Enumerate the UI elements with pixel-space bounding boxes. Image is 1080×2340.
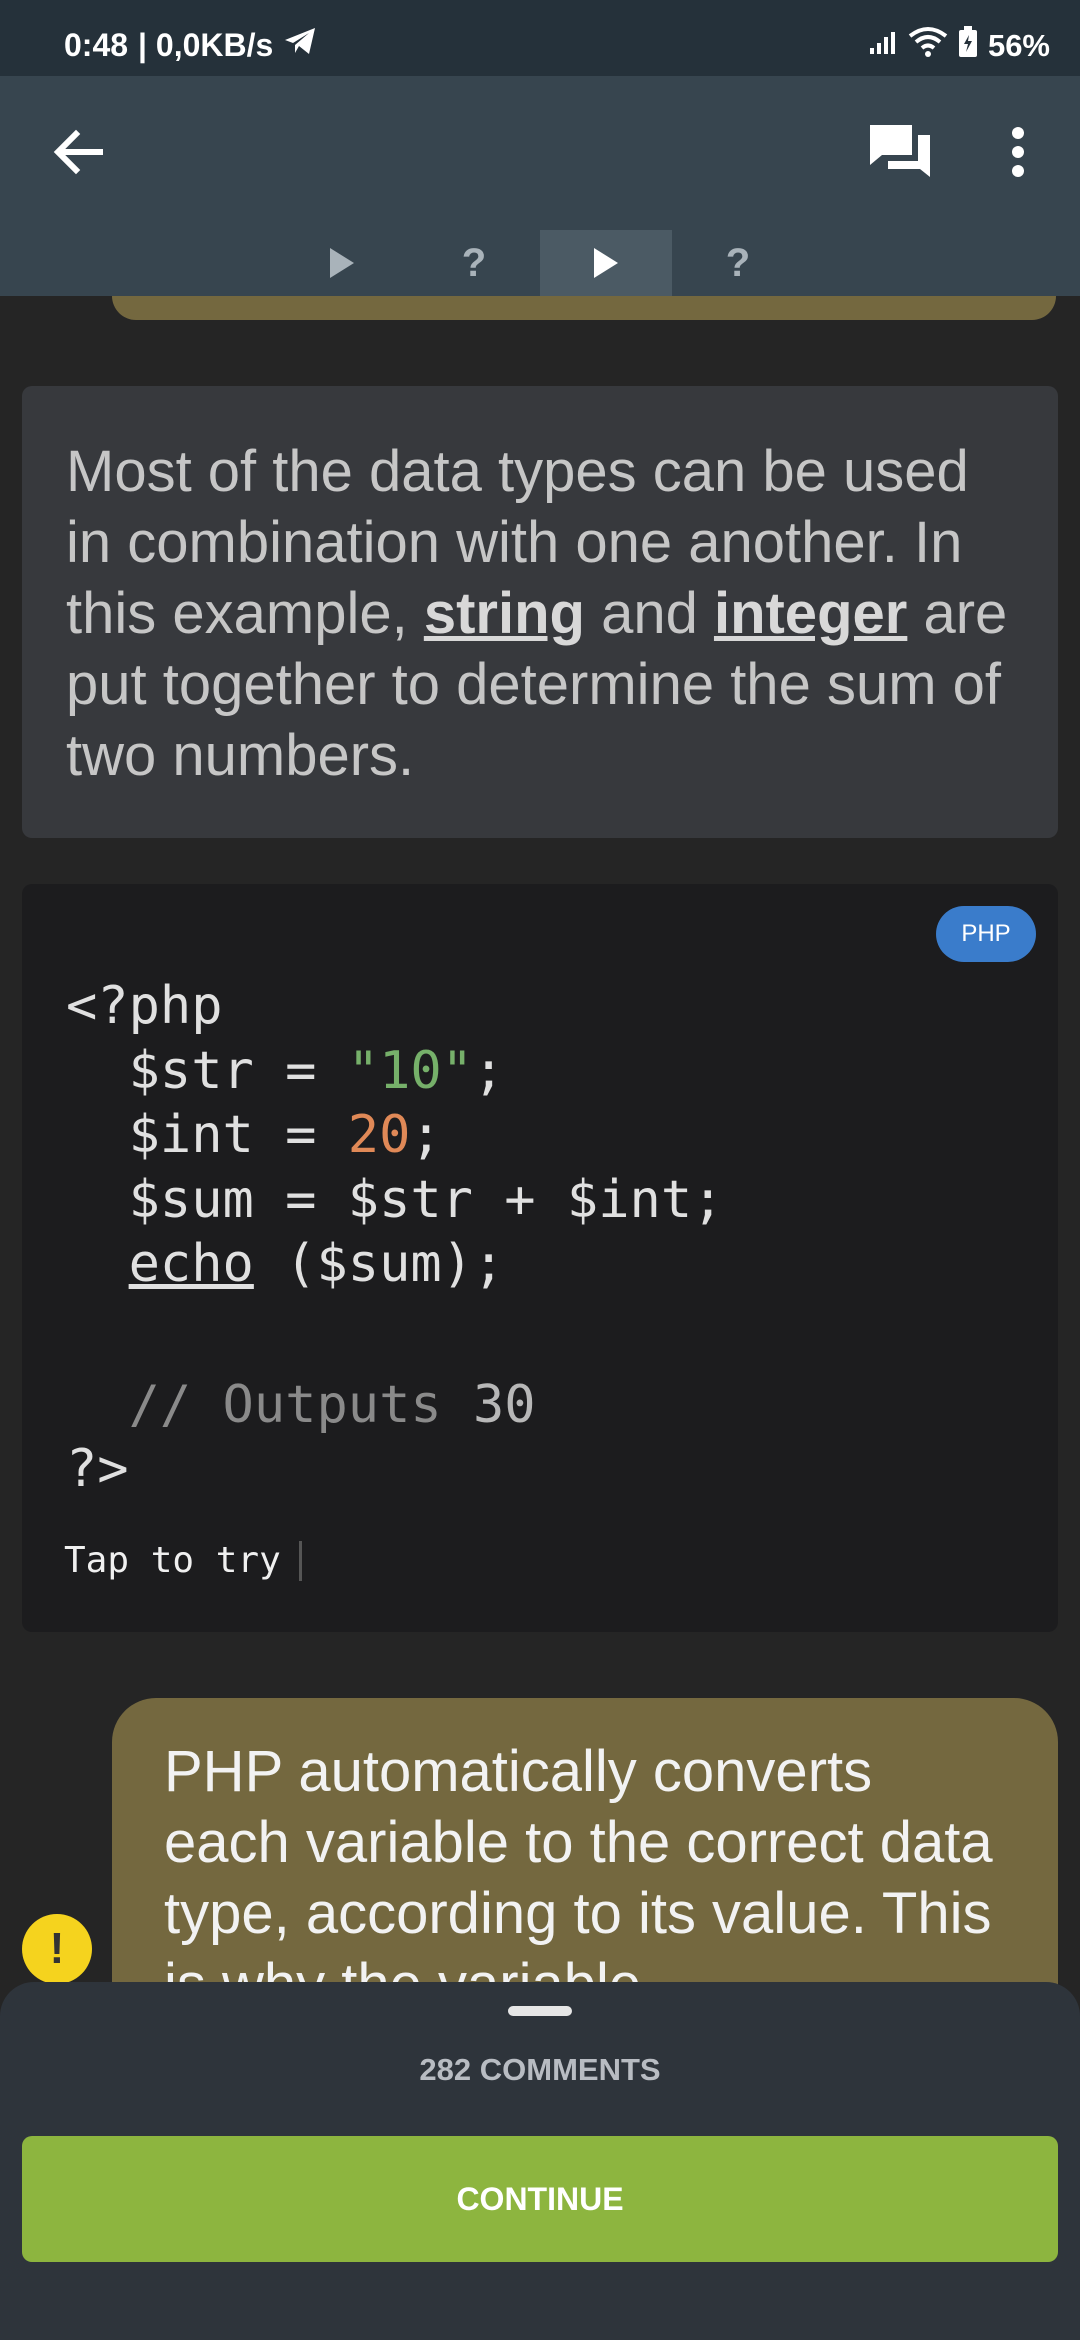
previous-message-bubble <box>112 296 1056 320</box>
code-comment: // Outputs <box>66 1374 473 1435</box>
toolbar <box>0 76 1080 230</box>
lesson-tab-1[interactable] <box>276 230 408 296</box>
lesson-tab-4[interactable]: ? <box>672 230 804 296</box>
status-bar: 0:48 | 0,0KB/s 56% <box>0 0 1080 76</box>
code-text: $str = <box>66 1040 348 1101</box>
code-string: "10" <box>347 1040 473 1101</box>
lesson-tabs: ? ? <box>0 230 1080 296</box>
code-number: 20 <box>347 1105 411 1165</box>
code-text: $int = <box>66 1105 348 1165</box>
code-text: ; <box>410 1105 442 1165</box>
battery-icon <box>958 26 978 66</box>
chat-bubbles-icon <box>870 125 930 177</box>
comments-button[interactable] <box>862 116 938 188</box>
code-text: ($sum); <box>253 1234 505 1294</box>
bubble-text: PHP automatically converts each variable… <box>164 1739 993 1998</box>
code-comment-line: // Outputs 30 <box>66 1373 723 1438</box>
code-text: $sum = $str + $int; <box>66 1169 724 1230</box>
arrow-left-icon <box>53 129 103 175</box>
code-line: $str = "10"; <box>66 1039 723 1104</box>
signal-icon <box>868 28 898 64</box>
lesson-tab-2[interactable]: ? <box>408 230 540 296</box>
code-comment-number: 30 <box>473 1374 536 1435</box>
code-line: <?php <box>66 974 723 1039</box>
text-caret <box>298 1540 302 1581</box>
code-line: $int = 20; <box>66 1103 723 1168</box>
code-function-link[interactable]: echo <box>129 1234 254 1294</box>
continue-button[interactable]: CONTINUE <box>22 2136 1058 2262</box>
status-left: 0:48 | 0,0KB/s <box>64 26 317 64</box>
battery-percent: 56% <box>987 28 1050 63</box>
quiz-tab-label: ? <box>725 240 751 285</box>
code-text: ?> <box>66 1439 129 1499</box>
telegram-icon <box>283 26 317 64</box>
wifi-icon <box>908 26 948 66</box>
lesson-text-card: Most of the data types can be used in co… <box>22 386 1058 838</box>
status-time: 0:48 <box>64 26 129 63</box>
play-icon <box>594 248 618 278</box>
code-line: ?> <box>66 1437 723 1502</box>
keyword-link-string[interactable]: string <box>424 581 585 646</box>
status-network-speed: | 0,0KB/s <box>138 26 274 63</box>
tap-to-try-button[interactable]: Tap to try <box>64 1540 302 1581</box>
sheet-drag-handle[interactable] <box>508 2006 572 2016</box>
language-badge: PHP <box>936 906 1036 962</box>
more-options-button[interactable] <box>986 116 1050 188</box>
bottom-sheet: 282 COMMENTS CONTINUE <box>0 1982 1080 2340</box>
tap-to-try-label: Tap to try <box>64 1540 281 1581</box>
code-text: <?php <box>66 976 223 1036</box>
comments-count-link[interactable]: 282 COMMENTS <box>0 2052 1080 2088</box>
code-line: echo ($sum); <box>66 1232 723 1297</box>
lesson-text: Most of the data types can be used in co… <box>66 436 1014 791</box>
report-warning-icon[interactable]: ! <box>22 1914 92 1984</box>
lesson-tab-3[interactable] <box>540 230 672 296</box>
lesson-message-bubble: PHP automatically converts each variable… <box>112 1698 1058 1998</box>
lesson-text-part: and <box>584 581 714 646</box>
code-line: $sum = $str + $int; <box>66 1168 724 1233</box>
back-button[interactable] <box>42 116 114 188</box>
code-example-card[interactable]: PHP <?php $str = "10"; $int = 20; $sum =… <box>22 884 1058 1632</box>
code-block: <?php $str = "10"; $int = 20; $sum = $st… <box>66 974 723 1502</box>
more-vertical-icon <box>1012 127 1024 177</box>
play-icon <box>330 248 354 278</box>
quiz-tab-label: ? <box>461 240 487 285</box>
code-text: ; <box>473 1040 505 1101</box>
status-right: 56% <box>868 26 1050 66</box>
keyword-link-integer[interactable]: integer <box>714 581 907 646</box>
